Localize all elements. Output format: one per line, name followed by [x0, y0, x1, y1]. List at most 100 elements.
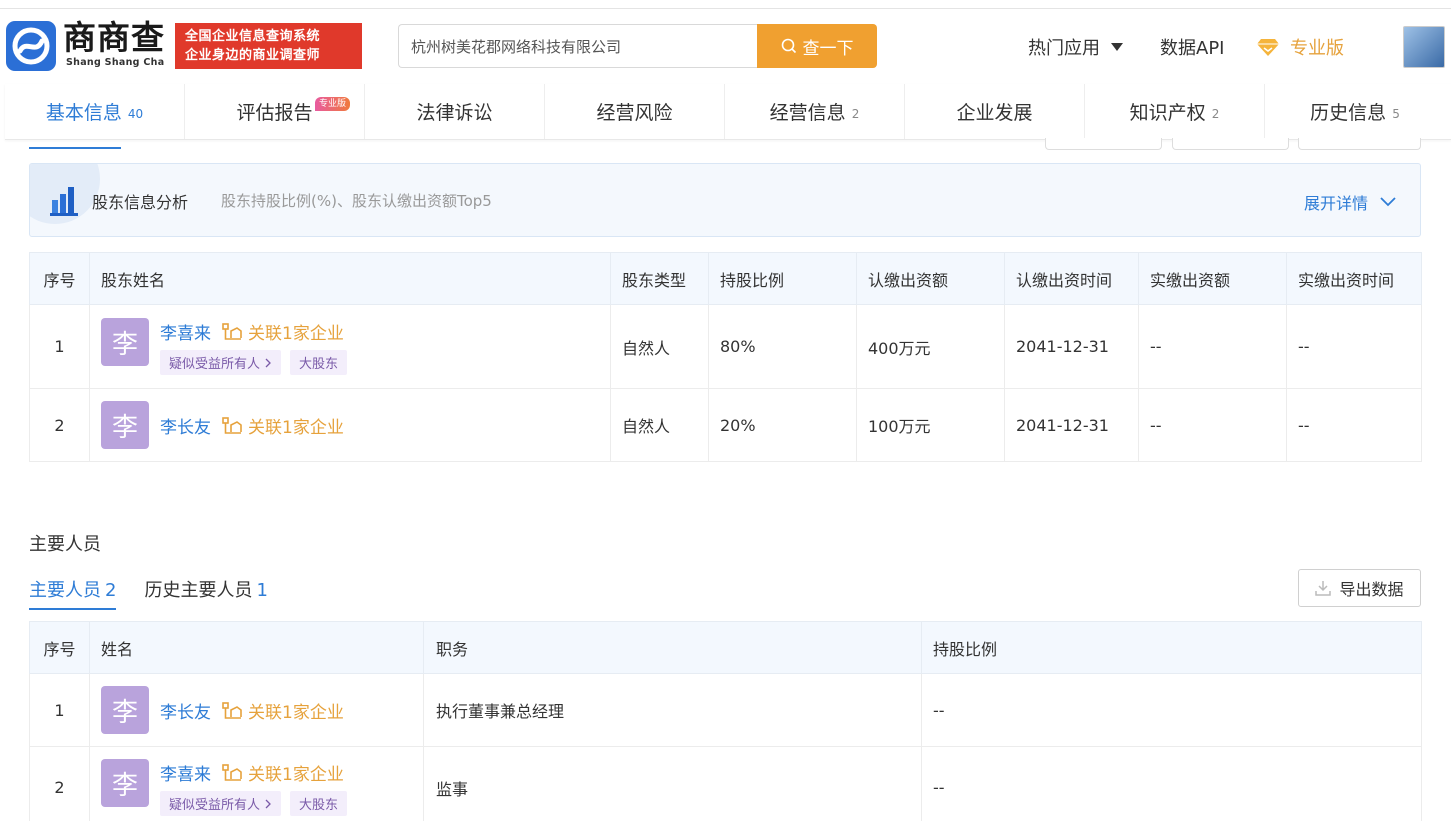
person-name-link[interactable]: 李长友: [160, 413, 211, 438]
beneficial-owner-tag[interactable]: 疑似受益所有人: [160, 791, 282, 816]
header: 商商查 Shang Shang Cha 全国企业信息查询系统 企业身边的商业调查…: [0, 10, 1451, 82]
export-data-button[interactable]: 导出数据: [1298, 569, 1421, 607]
subtab-history-personnel[interactable]: 历史主要人员 1: [144, 576, 267, 610]
brand-name-en: Shang Shang Cha: [66, 57, 165, 68]
analysis-subtitle: 股东持股比例(%)、股东认缴出资额Top5: [221, 192, 492, 210]
table-row: 1 李 李喜来 关联1家企业 疑似受益所有人 大股东 自然人 80% 400万元…: [29, 304, 1422, 389]
search-button[interactable]: 查一下: [757, 24, 877, 68]
col-header: 实缴出资时间: [1286, 252, 1422, 305]
tab-label: 评估报告: [236, 102, 313, 124]
user-avatar[interactable]: [1403, 26, 1445, 68]
export-label: 导出数据: [1339, 580, 1404, 599]
tab-label: 知识产权: [1129, 102, 1206, 124]
section-title: 主要人员: [29, 534, 101, 555]
tag-label: 疑似受益所有人: [169, 357, 261, 372]
shareholder-analysis-bar: 股东信息分析 股东持股比例(%)、股东认缴出资额Top5 展开详情: [29, 163, 1421, 237]
logo-icon[interactable]: [6, 21, 56, 71]
chevron-right-icon: [265, 799, 271, 808]
related-company-icon: [222, 322, 242, 340]
tab-label: 企业发展: [956, 102, 1033, 124]
person-info: 李长友 关联1家企业: [160, 412, 344, 438]
avatar[interactable]: 李: [101, 401, 149, 449]
subscribed-date: 2041-12-31: [1004, 388, 1139, 462]
tab-legal[interactable]: 法律诉讼: [365, 84, 545, 139]
subtab-count: 1: [256, 580, 268, 601]
table-row: 1 李 李长友 关联1家企业 执行董事兼总经理 --: [29, 673, 1422, 747]
col-header: 认缴出资时间: [1004, 252, 1139, 305]
subtab-label: 主要人员: [29, 580, 101, 601]
subtab-count: 2: [105, 580, 117, 601]
avatar[interactable]: 李: [101, 686, 149, 734]
tag-list: 疑似受益所有人 大股东: [160, 791, 348, 816]
caret-down-icon: [1111, 43, 1123, 51]
name-row: 李喜来 关联1家企业: [160, 319, 347, 344]
tab-assessment-report[interactable]: 评估报告 专业版: [185, 84, 365, 139]
slogan-banner: 全国企业信息查询系统 企业身边的商业调查师: [175, 23, 362, 69]
table-row: 2 李 李喜来 关联1家企业 疑似受益所有人 大股东 监事 --: [29, 746, 1422, 821]
shareholding-ratio: 80%: [708, 304, 857, 389]
related-company-link[interactable]: 关联1家企业: [221, 760, 344, 785]
position: 监事: [423, 746, 922, 821]
search-button-label: 查一下: [802, 38, 854, 59]
tab-risk[interactable]: 经营风险: [545, 84, 725, 139]
tab-development[interactable]: 企业发展: [905, 84, 1085, 139]
avatar[interactable]: 李: [101, 759, 149, 807]
col-header: 认缴出资额: [856, 252, 1005, 305]
col-header: 职务: [423, 621, 922, 674]
tab-label: 经营信息: [769, 102, 846, 124]
nav-pro-label: 专业版: [1290, 38, 1344, 59]
tab-count: 5: [1392, 106, 1400, 121]
hidden-button[interactable]: [1298, 138, 1421, 150]
download-icon: [1315, 581, 1332, 596]
hidden-button[interactable]: [1045, 138, 1162, 150]
related-company-icon: [222, 701, 242, 719]
person-name-link[interactable]: 李喜来: [160, 760, 211, 785]
tab-ip[interactable]: 知识产权 2: [1085, 84, 1265, 139]
row-number: 1: [29, 304, 90, 389]
person-name-link[interactable]: 李喜来: [160, 319, 211, 344]
tab-basic-info[interactable]: 基本信息 40: [5, 84, 185, 139]
person: 李 李喜来 关联1家企业 疑似受益所有人 大股东: [101, 759, 412, 816]
person: 李 李长友 关联1家企业: [101, 686, 412, 734]
person-cell: 李 李长友 关联1家企业: [89, 673, 424, 747]
expand-details-button[interactable]: 展开详情: [1304, 190, 1396, 214]
hidden-button[interactable]: [1172, 138, 1289, 150]
tab-history[interactable]: 历史信息 5: [1265, 84, 1445, 139]
position: 执行董事兼总经理: [423, 673, 922, 747]
col-header: 股东类型: [610, 252, 709, 305]
brand-name[interactable]: 商商查: [63, 20, 165, 56]
beneficial-owner-tag[interactable]: 疑似受益所有人: [160, 350, 282, 375]
nav-hot-label: 热门应用: [1028, 38, 1100, 59]
nav-data-api[interactable]: 数据API: [1160, 34, 1224, 60]
col-header: 序号: [29, 621, 90, 674]
related-company-link[interactable]: 关联1家企业: [221, 413, 344, 438]
search-icon: [781, 38, 796, 54]
col-header: 序号: [29, 252, 90, 305]
nav-hot-apps[interactable]: 热门应用: [1028, 34, 1124, 60]
related-company-link[interactable]: 关联1家企业: [221, 319, 344, 344]
related-company-label: 关联1家企业: [248, 418, 344, 438]
top-border: [0, 0, 1451, 9]
pro-badge: 专业版: [315, 97, 351, 111]
related-company-icon: [222, 416, 242, 434]
search-input[interactable]: [398, 24, 758, 68]
related-company-link[interactable]: 关联1家企业: [221, 698, 344, 723]
tab-label: 法律诉讼: [416, 102, 493, 124]
person: 李 李喜来 关联1家企业 疑似受益所有人 大股东: [101, 318, 599, 375]
row-number: 2: [29, 746, 90, 821]
avatar[interactable]: 李: [101, 318, 149, 366]
person: 李 李长友 关联1家企业: [101, 401, 599, 449]
tab-operations[interactable]: 经营信息 2: [725, 84, 905, 139]
subtab-main-personnel[interactable]: 主要人员 2: [29, 576, 117, 610]
related-company-label: 关联1家企业: [248, 324, 344, 344]
nav-pro-version[interactable]: 专业版: [1256, 34, 1344, 60]
table-header: 序号 股东姓名 股东类型 持股比例 认缴出资额 认缴出资时间 实缴出资额 实缴出…: [29, 252, 1422, 305]
table-row: 2 李 李长友 关联1家企业 自然人 20% 100万元 2041-12-31 …: [29, 388, 1422, 462]
person-name-link[interactable]: 李长友: [160, 698, 211, 723]
tag-label: 疑似受益所有人: [169, 798, 261, 813]
shareholder-type: 自然人: [610, 304, 709, 389]
shareholder-cell: 李 李喜来 关联1家企业 疑似受益所有人 大股东: [89, 304, 611, 389]
paid-date: --: [1286, 388, 1422, 462]
tab-label: 经营风险: [596, 102, 673, 124]
tag-list: 疑似受益所有人 大股东: [160, 350, 348, 375]
